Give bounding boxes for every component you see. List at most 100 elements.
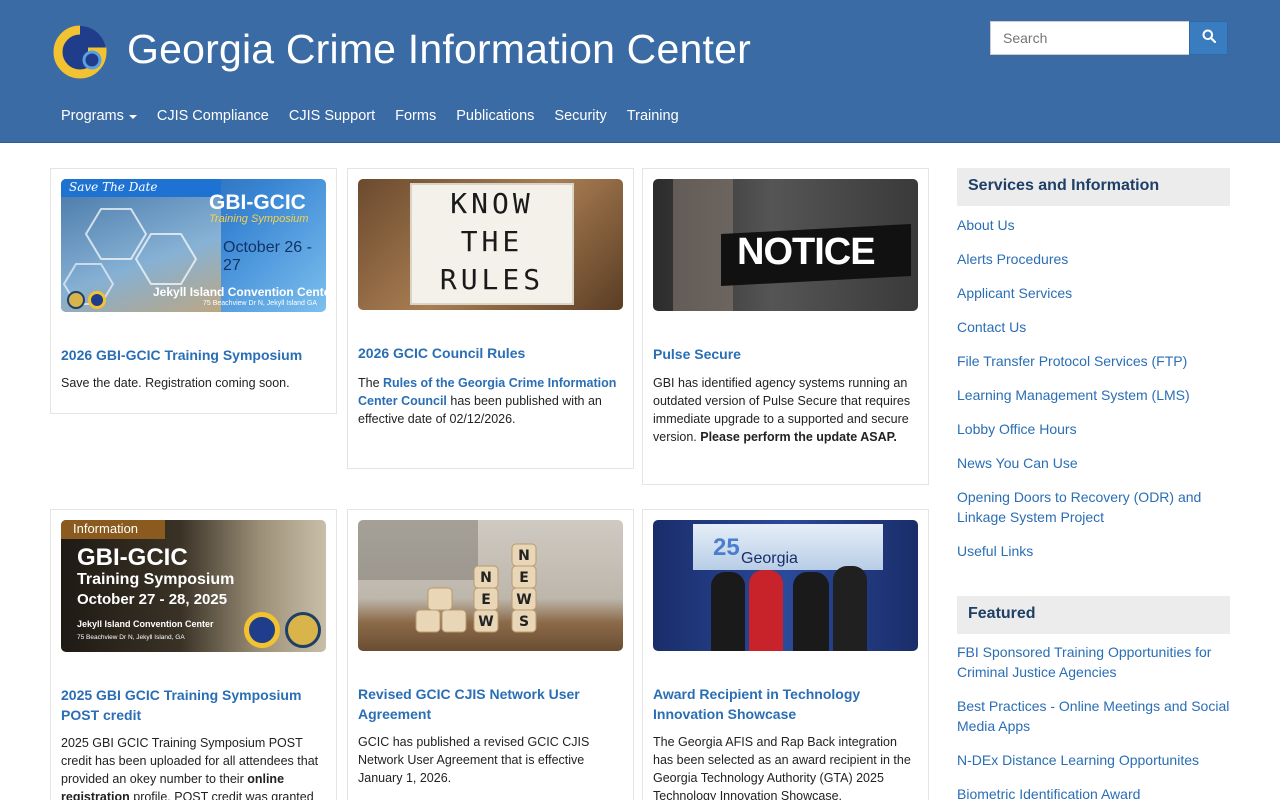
nav-label: Forms xyxy=(395,108,437,124)
image-dates: October 27 - 28, 2025 xyxy=(77,591,228,608)
nav-label: Security xyxy=(554,108,607,124)
notice-image[interactable]: NOTICE xyxy=(653,179,918,311)
nav-label: Training xyxy=(626,108,679,124)
text-fragment: profile. POST credit was granted xyxy=(129,790,314,800)
card-text: Save the date. Registration coming soon. xyxy=(61,376,290,390)
sidebar-service-link[interactable]: Learning Management System (LMS) xyxy=(957,385,1232,405)
site-header: Georgia Crime Information Center Program… xyxy=(0,0,1280,143)
featured-heading: Featured xyxy=(957,596,1230,634)
image-address: 75 Beachview Dr N, Jekyll Island, GA xyxy=(77,634,185,641)
person xyxy=(793,572,829,651)
symposium-2026-image[interactable]: Save The Date GBI-GCIC Training Symposiu… xyxy=(61,179,326,312)
nav-forms[interactable]: Forms xyxy=(385,100,446,132)
card-title-link[interactable]: 2026 GCIC Council Rules xyxy=(358,343,623,363)
svg-text:W: W xyxy=(516,592,531,608)
gcic-logo-small-icon xyxy=(88,291,106,309)
search-input[interactable] xyxy=(990,21,1190,55)
card-title-link[interactable]: Pulse Secure xyxy=(653,344,918,364)
news-card: Information GBI-GCIC Training Symposium … xyxy=(50,509,337,800)
card-text: The Rules of the Georgia Crime Informati… xyxy=(358,374,623,428)
banner-text: Georgia xyxy=(741,550,798,567)
nav-programs[interactable]: Programs xyxy=(51,100,147,132)
notice-word: NOTICE xyxy=(737,231,876,273)
caret-down-icon xyxy=(128,115,137,119)
sidebar-featured-link[interactable]: N-DEx Distance Learning Opportunites xyxy=(957,750,1232,770)
sidebar-service-link[interactable]: About Us xyxy=(957,215,1232,235)
image-heading: GBI-GCIC xyxy=(209,191,306,214)
image-subheading: Training Symposium xyxy=(209,213,309,225)
image-line: THE xyxy=(460,225,524,258)
image-venue: Jekyll Island Convention Center xyxy=(77,619,214,629)
nav-cjis-compliance[interactable]: CJIS Compliance xyxy=(147,100,279,132)
nav-label: CJIS Support xyxy=(288,108,376,124)
search-button[interactable] xyxy=(1189,21,1228,55)
news-card: 25 Georgia Award Recipient in Technology… xyxy=(642,509,929,800)
nav-publications[interactable]: Publications xyxy=(446,100,544,132)
nav-training[interactable]: Training xyxy=(617,100,689,132)
card-text: 2025 GBI GCIC Training Symposium POST cr… xyxy=(61,734,326,800)
sidebar-service-link[interactable]: File Transfer Protocol Services (FTP) xyxy=(957,351,1232,371)
news-card: NOTICE Pulse Secure GBI has identified a… xyxy=(642,168,929,485)
sidebar-service-link[interactable]: Alerts Procedures xyxy=(957,249,1232,269)
main-nav: Programs CJIS Compliance CJIS Support Fo… xyxy=(51,100,689,132)
sidebar-featured-link[interactable]: Best Practices - Online Meetings and Soc… xyxy=(957,696,1232,736)
card-text: The Georgia AFIS and Rap Back integratio… xyxy=(653,735,911,800)
banner-number: 25 xyxy=(713,534,740,561)
sidebar-featured-link[interactable]: Biometric Identification Award xyxy=(957,784,1232,800)
text-emphasis: Please perform the update ASAP. xyxy=(700,430,897,444)
person xyxy=(749,570,783,651)
svg-text:S: S xyxy=(519,614,529,630)
seal-icon xyxy=(67,291,85,309)
image-line: RULES xyxy=(439,263,545,296)
sidebar-service-link[interactable]: Contact Us xyxy=(957,317,1232,337)
gcic-logo-small-icon xyxy=(244,612,280,648)
news-card: NEWNEWS Revised GCIC CJIS Network User A… xyxy=(347,509,634,800)
letter-block: W xyxy=(473,609,499,633)
sidebar-service-link[interactable]: Useful Links xyxy=(957,541,1232,561)
card-title-link[interactable]: Revised GCIC CJIS Network User Agreement xyxy=(358,684,623,724)
svg-text:E: E xyxy=(481,592,491,608)
news-card: KNOW THE RULES 2026 GCIC Council Rules T… xyxy=(347,168,634,469)
person xyxy=(833,566,867,651)
nav-label: Programs xyxy=(61,108,124,124)
letter-block: E xyxy=(511,565,537,589)
text-fragment: The xyxy=(358,376,384,390)
award-photo-image[interactable]: 25 Georgia xyxy=(653,520,918,651)
letter-block: E xyxy=(473,587,499,611)
sidebar-service-link[interactable]: Lobby Office Hours xyxy=(957,419,1232,439)
image-address: 75 Beachview Dr N, Jekyll Island GA xyxy=(203,300,317,307)
letter-block xyxy=(441,609,467,633)
svg-text:E: E xyxy=(519,570,529,586)
card-title-link[interactable]: 2026 GBI-GCIC Training Symposium xyxy=(61,345,326,365)
sidebar-service-link[interactable]: News You Can Use xyxy=(957,453,1232,473)
services-heading: Services and Information xyxy=(957,168,1230,206)
person xyxy=(711,572,745,651)
svg-text:W: W xyxy=(478,614,493,630)
search-icon xyxy=(1202,29,1216,48)
know-the-rules-image[interactable]: KNOW THE RULES xyxy=(358,179,623,310)
card-title-link[interactable]: 2025 GBI GCIC Training Symposium POST cr… xyxy=(61,685,326,725)
image-subheading: Training Symposium xyxy=(77,571,235,588)
site-title[interactable]: Georgia Crime Information Center xyxy=(127,26,751,73)
information-banner: Information xyxy=(61,520,165,539)
letter-block: N xyxy=(473,565,499,589)
news-blocks-image[interactable]: NEWNEWS xyxy=(358,520,623,651)
sidebar-featured-link[interactable]: FBI Sponsored Training Opportunities for… xyxy=(957,642,1232,682)
save-the-date-banner: Save The Date xyxy=(61,179,221,197)
news-card: Save The Date GBI-GCIC Training Symposiu… xyxy=(50,168,337,414)
image-venue: Jekyll Island Convention Center xyxy=(153,285,326,299)
svg-text:N: N xyxy=(480,570,492,586)
symposium-2025-image[interactable]: Information GBI-GCIC Training Symposium … xyxy=(61,520,326,652)
image-heading: GBI-GCIC xyxy=(77,544,188,571)
nav-security[interactable]: Security xyxy=(544,100,616,132)
card-title-link[interactable]: Award Recipient in Technology Innovation… xyxy=(653,684,918,724)
gcic-logo[interactable] xyxy=(52,24,108,80)
svg-text:N: N xyxy=(518,548,530,564)
nav-cjis-support[interactable]: CJIS Support xyxy=(279,100,385,132)
letter-block xyxy=(427,587,453,611)
card-text: GBI has identified agency systems runnin… xyxy=(653,374,918,446)
sidebar-service-link[interactable]: Applicant Services xyxy=(957,283,1232,303)
sidebar-service-link[interactable]: Opening Doors to Recovery (ODR) and Link… xyxy=(957,487,1232,527)
letter-block: W xyxy=(511,587,537,611)
seal-icon xyxy=(285,612,321,648)
